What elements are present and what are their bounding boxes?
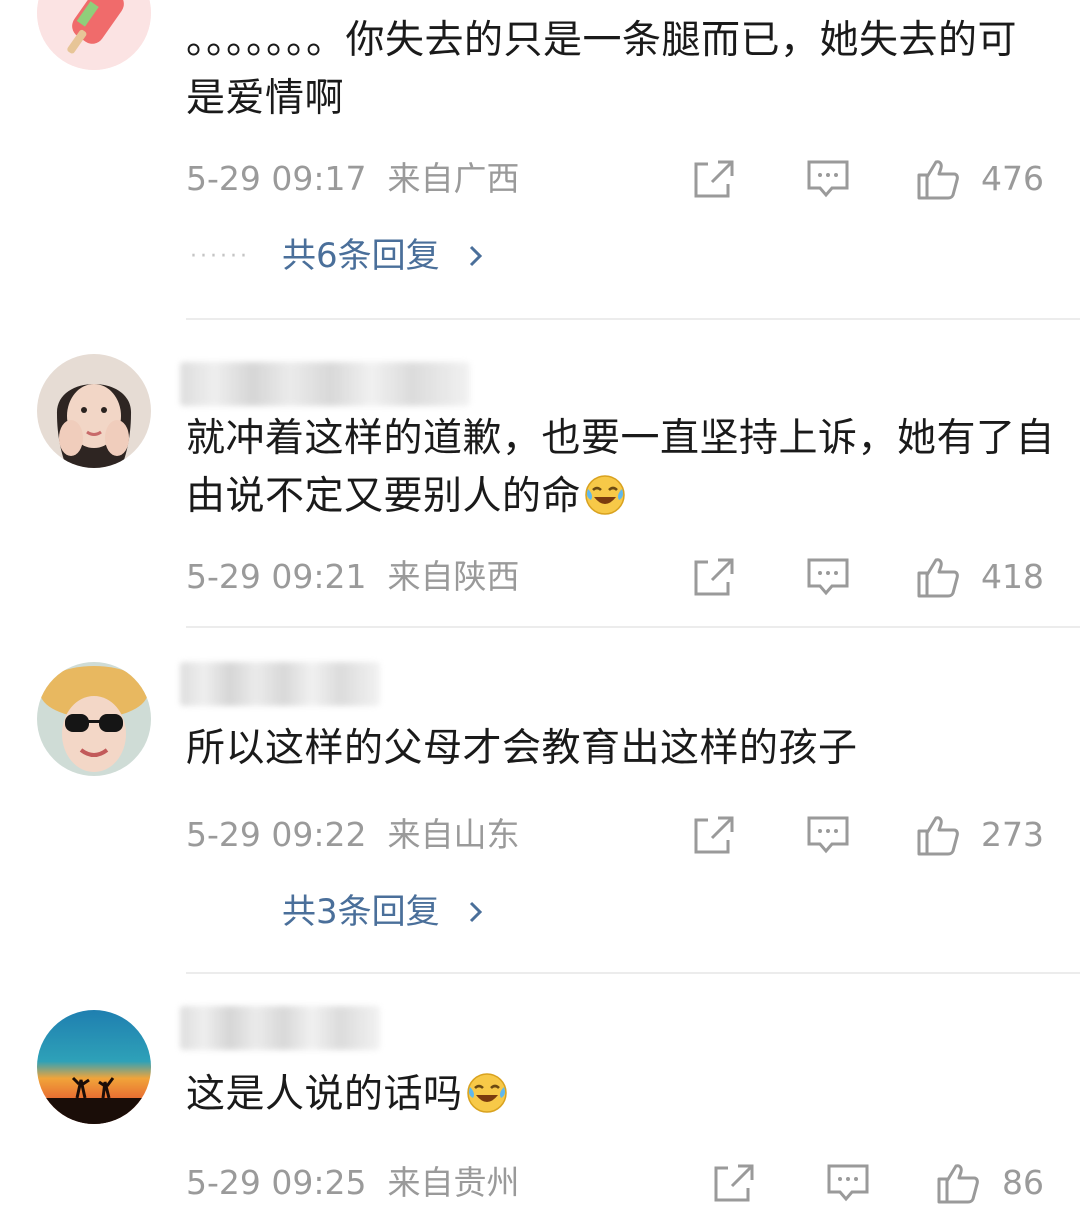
comment-text: 就冲着这样的道歉，也要一直坚持上诉，她有了自由说不定又要别人的命	[186, 416, 1056, 519]
comment-item: 所以这样的父母才会教育出这样的孩子 5-29 09:22 来自山东 273 共3…	[0, 628, 1080, 972]
thumbs-up-icon[interactable]	[936, 1162, 980, 1204]
avatar[interactable]	[37, 0, 151, 70]
share-icon[interactable]	[692, 814, 736, 856]
username-blurred[interactable]	[180, 662, 380, 706]
comment-meta: 5-29 09:17 来自广西 476	[186, 154, 1044, 204]
comment-meta: 5-29 09:22 来自山东 273	[186, 810, 1044, 860]
chevron-right-icon	[470, 901, 483, 923]
thumbs-up-icon[interactable]	[916, 556, 960, 598]
like-count: 476	[981, 159, 1044, 198]
share-icon[interactable]	[692, 158, 736, 200]
comment-text: 所以这样的父母才会教育出这样的孩子	[186, 726, 858, 771]
username-blurred[interactable]	[180, 362, 470, 406]
comment-item: 这是人说的话吗 5-29 09:25 来自贵州 86	[0, 974, 1080, 1225]
popsicle-avatar-image	[37, 0, 151, 70]
comment-icon[interactable]	[806, 158, 850, 200]
comment-text: 这是人说的话吗	[186, 1066, 1056, 1124]
avatar[interactable]	[37, 662, 151, 776]
woman-sunglasses-avatar-image	[37, 662, 151, 776]
avatar[interactable]	[37, 354, 151, 468]
chevron-right-icon	[470, 245, 483, 267]
comment-text: 。。。。。。。你失去的只是一条腿而已，她失去的可是爱情啊	[186, 18, 1018, 121]
sunset-silhouette-avatar-image	[37, 1010, 151, 1124]
comment-time-location: 5-29 09:25 来自贵州	[186, 1163, 520, 1202]
comment-item: 。。。。。。。你失去的只是一条腿而已，她失去的可是爱情啊 5-29 09:17 …	[0, 0, 1080, 318]
comment-time-location: 5-29 09:17 来自广西	[186, 159, 520, 198]
view-replies-link[interactable]: 共6条回复	[282, 232, 488, 280]
comment-meta: 5-29 09:21 来自陕西 418	[186, 552, 1044, 602]
laughing-tears-emoji-icon	[585, 475, 625, 515]
share-icon[interactable]	[712, 1162, 756, 1204]
comment-icon[interactable]	[826, 1162, 870, 1204]
like-count: 273	[981, 815, 1044, 854]
comment-time-location: 5-29 09:22 来自山东	[186, 815, 520, 854]
thumbs-up-icon[interactable]	[916, 814, 960, 856]
reply-dots: ······	[190, 244, 250, 269]
laughing-tears-emoji-icon	[466, 1073, 507, 1113]
thumbs-up-icon[interactable]	[916, 158, 960, 200]
like-count: 418	[981, 557, 1044, 596]
woman-portrait-avatar-image	[37, 354, 151, 468]
like-count: 86	[1002, 1163, 1044, 1202]
avatar[interactable]	[37, 1010, 151, 1124]
view-replies-link[interactable]: 共3条回复	[282, 888, 488, 936]
comment-icon[interactable]	[806, 556, 850, 598]
share-icon[interactable]	[692, 556, 736, 598]
username-blurred[interactable]	[180, 1006, 380, 1050]
comment-item: 就冲着这样的道歉，也要一直坚持上诉，她有了自由说不定又要别人的命 5-29 09…	[0, 320, 1080, 626]
comment-icon[interactable]	[806, 814, 850, 856]
comment-meta: 5-29 09:25 来自贵州 86	[186, 1158, 1044, 1208]
comment-time-location: 5-29 09:21 来自陕西	[186, 557, 520, 596]
